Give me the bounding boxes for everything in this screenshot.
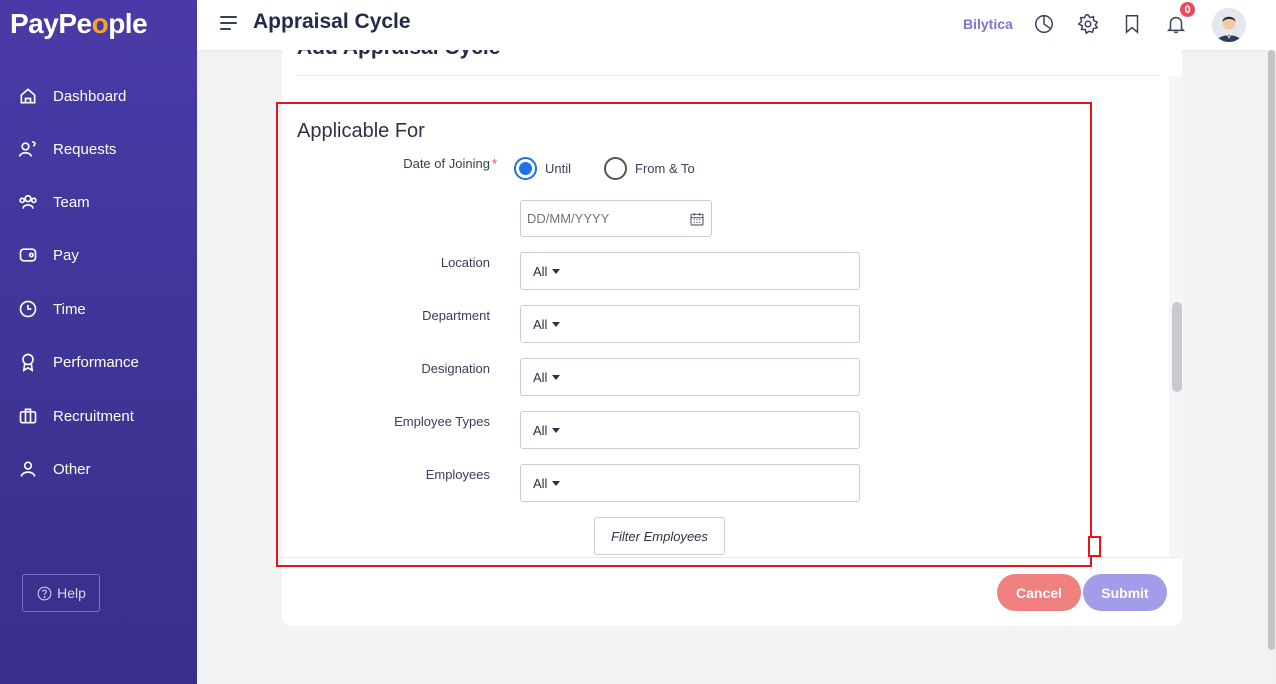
- card-footer-divider: [282, 557, 1182, 558]
- designation-value: All: [533, 369, 548, 385]
- help-label: Help: [57, 585, 86, 601]
- sidebar-item-pay[interactable]: Pay: [17, 242, 79, 268]
- department-value: All: [533, 316, 548, 332]
- sidebar-item-label: Other: [53, 460, 91, 478]
- card-title: Add Appraisal Cycle: [297, 50, 500, 60]
- hamburger-menu-icon[interactable]: [220, 16, 237, 30]
- sidebar-item-time[interactable]: Time: [17, 296, 86, 322]
- cancel-button[interactable]: Cancel: [997, 574, 1081, 611]
- reports-pie-chart-icon[interactable]: [1033, 13, 1055, 35]
- employees-select[interactable]: All: [520, 464, 860, 502]
- user-icon: [17, 458, 39, 480]
- sidebar-item-label: Team: [53, 193, 90, 211]
- date-of-joining-input[interactable]: [520, 200, 712, 237]
- user-avatar[interactable]: [1212, 8, 1246, 42]
- employee-types-label: Employee Types: [394, 414, 490, 429]
- section-title: Applicable For: [297, 120, 425, 142]
- employee-types-value: All: [533, 422, 548, 438]
- radio-from-to-label: From & To: [635, 161, 695, 176]
- requests-icon: [17, 138, 39, 160]
- help-button[interactable]: Help: [22, 574, 100, 612]
- location-value: All: [533, 263, 548, 279]
- filter-employees-button[interactable]: Filter Employees: [594, 517, 725, 555]
- clock-icon: [17, 298, 39, 320]
- settings-gear-icon[interactable]: [1077, 13, 1099, 35]
- caret-down-icon: [552, 427, 561, 433]
- company-name-link[interactable]: Bilytica: [963, 16, 1013, 32]
- award-icon: [17, 351, 39, 373]
- home-icon: [17, 85, 39, 107]
- team-icon: [17, 191, 39, 213]
- inner-scrollbar-thumb[interactable]: [1172, 302, 1182, 392]
- employees-label: Employees: [425, 467, 490, 482]
- sidebar-item-requests[interactable]: Requests: [17, 136, 116, 162]
- sidebar-item-label: Time: [53, 300, 86, 318]
- employee-types-select[interactable]: All: [520, 411, 860, 449]
- radio-from-to[interactable]: From & To: [604, 157, 695, 180]
- wallet-icon: [17, 244, 39, 266]
- highlight-annotation-handle: [1088, 536, 1101, 557]
- sidebar-item-performance[interactable]: Performance: [17, 349, 139, 375]
- sidebar-item-label: Performance: [53, 353, 139, 371]
- sidebar-item-dashboard[interactable]: Dashboard: [17, 83, 126, 109]
- employees-value: All: [533, 475, 548, 491]
- radio-button-icon: [514, 157, 537, 180]
- radio-until[interactable]: Until: [514, 157, 571, 180]
- sidebar-item-other[interactable]: Other: [17, 456, 91, 482]
- department-label: Department: [422, 308, 490, 323]
- location-label: Location: [440, 255, 490, 270]
- designation-select[interactable]: All: [520, 358, 860, 396]
- card-header: Add Appraisal Cycle: [297, 50, 1158, 76]
- bookmark-icon[interactable]: [1121, 13, 1143, 35]
- briefcase-icon: [17, 405, 39, 427]
- required-asterisk: *: [491, 156, 497, 171]
- notification-count-badge: 0: [1178, 0, 1197, 19]
- help-icon: [37, 586, 52, 600]
- radio-until-label: Until: [545, 161, 572, 176]
- page-scrollbar-thumb[interactable]: [1268, 50, 1275, 650]
- sidebar-item-recruitment[interactable]: Recruitment: [17, 403, 134, 429]
- date-field[interactable]: [527, 211, 677, 226]
- designation-label: Designation: [421, 361, 490, 376]
- date-of-joining-label: Date of Joining *: [403, 156, 497, 171]
- submit-button[interactable]: Submit: [1083, 574, 1167, 611]
- sidebar-item-label: Requests: [53, 140, 117, 158]
- calendar-icon[interactable]: [689, 211, 705, 227]
- topbar: Appraisal Cycle Bilytica 0: [197, 0, 1276, 50]
- sidebar-item-label: Dashboard: [53, 87, 127, 105]
- caret-down-icon: [552, 480, 561, 486]
- department-select[interactable]: All: [520, 305, 860, 343]
- page-title: Appraisal Cycle: [253, 10, 411, 33]
- sidebar: PayPeople Dashboard Requests Team Pay Ti…: [0, 0, 197, 684]
- sidebar-item-team[interactable]: Team: [17, 189, 90, 215]
- radio-button-icon: [604, 157, 627, 180]
- sidebar-item-label: Recruitment: [53, 407, 134, 425]
- caret-down-icon: [552, 321, 561, 327]
- location-select[interactable]: All: [520, 252, 860, 290]
- sidebar-item-label: Pay: [53, 246, 79, 264]
- caret-down-icon: [552, 268, 561, 274]
- paypeople-logo[interactable]: PayPeople: [10, 8, 148, 40]
- caret-down-icon: [552, 374, 561, 380]
